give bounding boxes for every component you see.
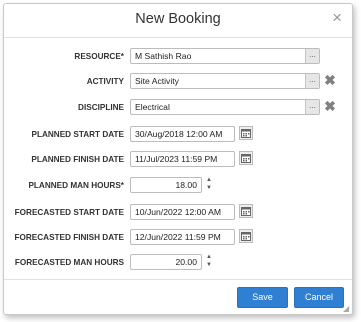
- planned-hours-row: PLANNED MAN HOURS* 18.00 ▲ ▼: [4, 176, 352, 198]
- planned-hours-label: PLANNED MAN HOURS*: [28, 181, 124, 190]
- forecasted-hours-label: FORECASTED MAN HOURS: [14, 258, 124, 267]
- forecasted-start-value: 10/Jun/2022 12:00 AM: [135, 207, 222, 217]
- forecasted-hours-row: FORECASTED MAN HOURS 20.00 ▲ ▼: [4, 253, 352, 275]
- spinner-up-icon[interactable]: ▲: [204, 176, 214, 184]
- planned-finish-row: PLANNED FINISH DATE 11/Jul/2023 11:59 PM: [4, 150, 352, 172]
- dialog-header: New Booking ×: [4, 4, 352, 38]
- planned-start-value: 30/Aug/2018 12:00 AM: [135, 129, 223, 139]
- forecasted-hours-value: 20.00: [175, 257, 197, 267]
- cancel-button[interactable]: Cancel: [294, 287, 344, 308]
- calendar-icon[interactable]: [239, 204, 253, 218]
- planned-start-row: PLANNED START DATE 30/Aug/2018 12:00 AM: [4, 125, 352, 147]
- forecasted-finish-value: 12/Jun/2022 11:59 PM: [135, 232, 221, 242]
- forecasted-start-input[interactable]: 10/Jun/2022 12:00 AM: [130, 204, 235, 220]
- spinner-up-icon[interactable]: ▲: [204, 253, 214, 261]
- resource-lookup-button[interactable]: ...: [305, 49, 319, 63]
- planned-finish-input[interactable]: 11/Jul/2023 11:59 PM: [130, 151, 235, 167]
- discipline-label: DISCIPLINE: [78, 103, 124, 112]
- discipline-lookup-button[interactable]: ...: [305, 100, 319, 114]
- activity-label: ACTIVITY: [86, 77, 124, 86]
- resize-grip-icon[interactable]: ◢: [343, 305, 351, 313]
- spinner-down-icon[interactable]: ▼: [204, 184, 214, 192]
- planned-finish-value: 11/Jul/2023 11:59 PM: [135, 154, 218, 164]
- planned-finish-label: PLANNED FINISH DATE: [31, 155, 124, 164]
- planned-hours-value: 18.00: [175, 180, 197, 190]
- calendar-icon[interactable]: [239, 151, 253, 165]
- planned-hours-spinner: ▲ ▼: [204, 176, 214, 192]
- resource-label: RESOURCE*: [74, 52, 124, 61]
- activity-lookup-button[interactable]: ...: [305, 74, 319, 88]
- calendar-icon[interactable]: [239, 126, 253, 140]
- discipline-input[interactable]: Electrical ...: [130, 99, 320, 115]
- activity-row: ACTIVITY Site Activity ... ✖: [4, 72, 352, 94]
- planned-start-label: PLANNED START DATE: [31, 130, 124, 139]
- forecasted-finish-input[interactable]: 12/Jun/2022 11:59 PM: [130, 229, 235, 245]
- save-button[interactable]: Save: [237, 287, 288, 308]
- remove-icon[interactable]: ✖: [324, 73, 336, 87]
- resource-value: M Sathish Rao: [135, 51, 192, 61]
- resource-row: RESOURCE* M Sathish Rao ...: [4, 47, 352, 69]
- forecasted-start-label: FORECASTED START DATE: [14, 208, 124, 217]
- forecasted-hours-spinner: ▲ ▼: [204, 253, 214, 269]
- discipline-row: DISCIPLINE Electrical ... ✖: [4, 98, 352, 120]
- discipline-value: Electrical: [135, 102, 170, 112]
- remove-icon[interactable]: ✖: [324, 99, 336, 113]
- resource-input[interactable]: M Sathish Rao ...: [130, 48, 320, 64]
- activity-value: Site Activity: [135, 76, 179, 86]
- spinner-down-icon[interactable]: ▼: [204, 261, 214, 269]
- planned-start-input[interactable]: 30/Aug/2018 12:00 AM: [130, 126, 235, 142]
- forecasted-hours-input[interactable]: 20.00: [130, 254, 202, 270]
- dialog-title: New Booking: [135, 11, 221, 27]
- calendar-icon[interactable]: [239, 229, 253, 243]
- forecasted-start-row: FORECASTED START DATE 10/Jun/2022 12:00 …: [4, 203, 352, 225]
- dialog-footer: Save Cancel: [4, 279, 352, 314]
- activity-input[interactable]: Site Activity ...: [130, 73, 320, 89]
- forecasted-finish-label: FORECASTED FINISH DATE: [14, 233, 124, 242]
- planned-hours-input[interactable]: 18.00: [130, 177, 202, 193]
- close-icon[interactable]: ×: [332, 9, 342, 26]
- forecasted-finish-row: FORECASTED FINISH DATE 12/Jun/2022 11:59…: [4, 228, 352, 250]
- new-booking-dialog: New Booking × RESOURCE* M Sathish Rao ..…: [3, 3, 353, 315]
